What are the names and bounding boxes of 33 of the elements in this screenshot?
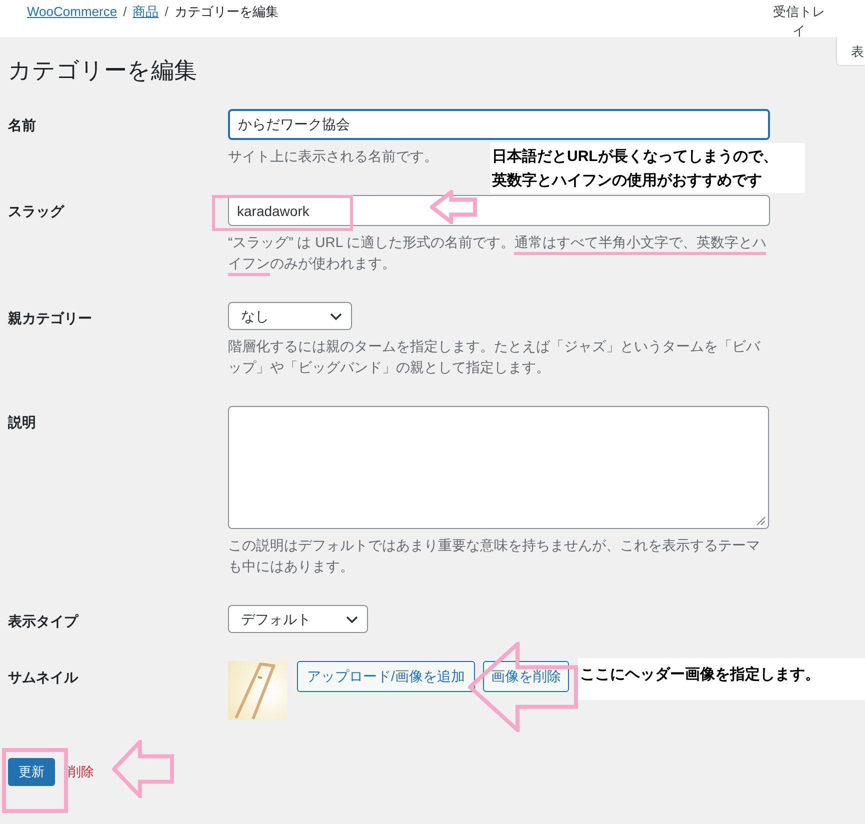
help-text: 階層化するには親のタームを指定します。たとえば「ジャズ」というタームを「ビバップ」や「ビッグバンド」の親として指定します。 (228, 337, 762, 377)
page-title: カテゴリーを編集 (7, 56, 198, 85)
side-tab[interactable]: 表 (836, 37, 865, 66)
field-label: 説明 (8, 413, 37, 432)
breadcrumb-current: カテゴリーを編集 (174, 3, 278, 21)
arrow-icon (430, 190, 477, 224)
breadcrumb-link[interactable]: WooCommerce (27, 2, 118, 22)
inbox-link[interactable]: 受信トレイ (771, 0, 827, 40)
description-textarea[interactable] (228, 406, 769, 529)
field-label: サムネイル (8, 668, 80, 687)
annotation-callout: ここにヘッダー画像を指定します。 (578, 658, 865, 700)
breadcrumb-link[interactable]: 商品 (132, 2, 159, 22)
field-label: 表示タイプ (8, 612, 80, 631)
select-dropdown[interactable]: なし (228, 302, 352, 330)
annotation-callout: 日本語だとURLが長くなってしまうので、 英数字とハイフンの使用がおすすめです (490, 143, 805, 193)
text-field[interactable]: karadawork (228, 195, 770, 226)
image-button[interactable]: アップロード/画像を追加 (297, 661, 475, 692)
arrow-icon (112, 740, 174, 798)
field-label: スラッグ (8, 202, 66, 221)
field-label: 親カテゴリー (8, 309, 93, 328)
select-dropdown[interactable]: デフォルト (228, 605, 368, 633)
help-text: “スラッグ” は URL に適した形式の名前です。通常はすべて半角小文字で、英数字とハ イフンのみが使われます。 (228, 232, 770, 274)
help-text: この説明はデフォルトではあまり重要な意味を持ちませんが、これを表示するテーマも中にはあります。 (228, 536, 761, 576)
resize-handle-icon[interactable] (754, 514, 766, 526)
highlight-frame (2, 748, 68, 813)
update-button[interactable]: 更新 (8, 758, 55, 786)
field-label: 名前 (8, 116, 37, 135)
delete-link[interactable]: 削除 (68, 762, 94, 782)
help-text: サイト上に表示される名前です。 (228, 147, 438, 166)
breadcrumb-separator: / (164, 3, 168, 21)
arrow-icon (468, 642, 578, 732)
breadcrumb-separator: / (123, 3, 127, 21)
text-field[interactable]: からだワーク協会 (228, 109, 770, 140)
